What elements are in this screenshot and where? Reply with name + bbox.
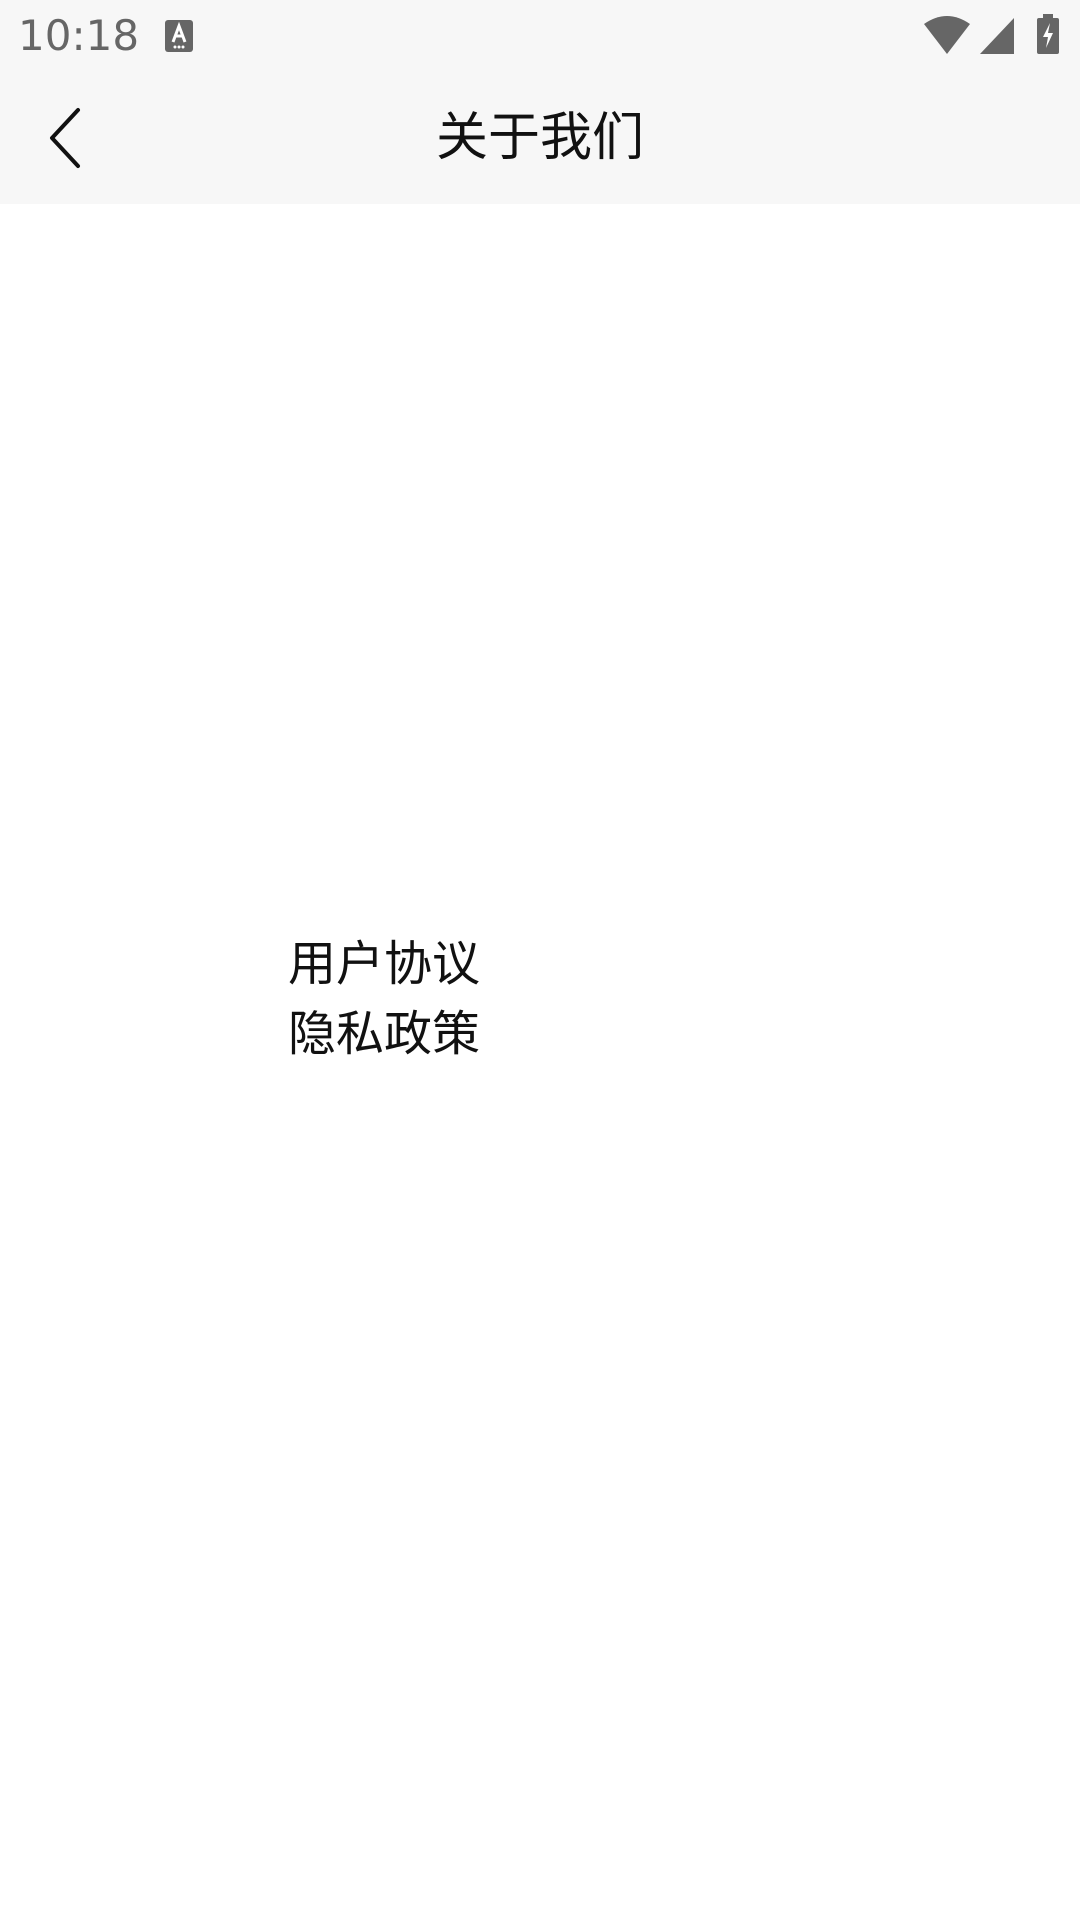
wifi-icon bbox=[924, 16, 970, 54]
status-time: 10:18 bbox=[18, 11, 140, 60]
page-title: 关于我们 bbox=[435, 108, 644, 168]
status-bar: 10:18 bbox=[0, 0, 1080, 72]
user-agreement-link[interactable]: 用户协议 bbox=[288, 930, 480, 998]
accessibility-a-icon bbox=[165, 20, 193, 52]
cellular-signal-icon bbox=[980, 18, 1014, 54]
app-bar: 关于我们 bbox=[0, 72, 1080, 204]
content-area: 用户协议 隐私政策 bbox=[0, 204, 1080, 1920]
privacy-policy-link[interactable]: 隐私政策 bbox=[288, 1000, 480, 1068]
battery-charging-icon bbox=[1037, 14, 1059, 54]
